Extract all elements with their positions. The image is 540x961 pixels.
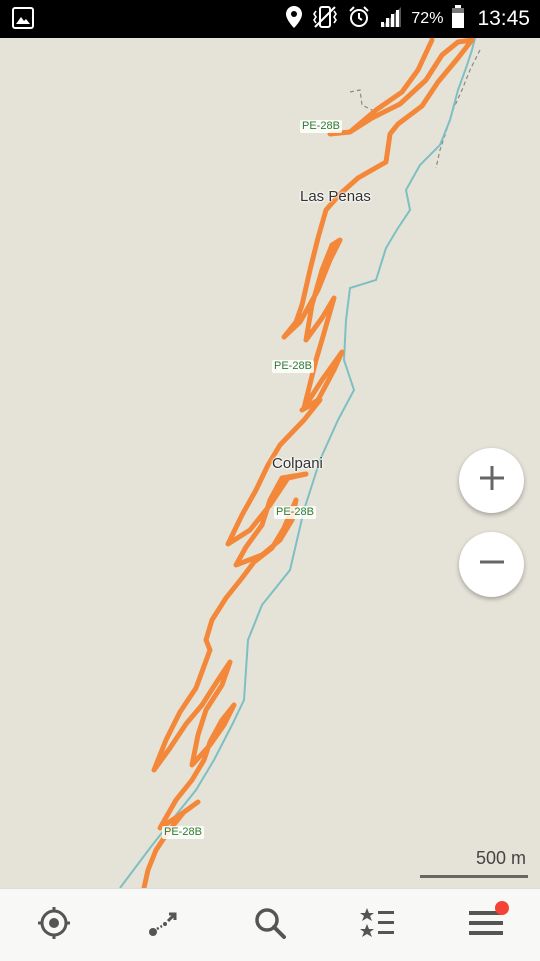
clock: 13:45 — [477, 7, 530, 30]
map-view[interactable]: Las Penas Colpani PE-28B PE-28B PE-28B P… — [0, 38, 540, 888]
zoom-out-button[interactable] — [459, 532, 524, 597]
zoom-in-button[interactable] — [459, 448, 524, 513]
scale-bar: 500 m — [420, 848, 528, 878]
bookmarks-list-icon — [359, 905, 397, 946]
route-button[interactable] — [108, 889, 216, 961]
scale-label: 500 m — [475, 848, 526, 868]
bottom-nav — [0, 888, 540, 961]
search-icon — [252, 905, 288, 946]
search-button[interactable] — [216, 889, 324, 961]
vibrate-icon — [311, 5, 339, 34]
gallery-icon — [12, 7, 34, 34]
crosshair-icon — [36, 905, 72, 946]
place-label-las-penas: Las Penas — [300, 188, 371, 205]
minus-icon — [476, 546, 508, 583]
location-icon — [285, 5, 303, 34]
route-shield: PE-28B — [274, 506, 316, 519]
place-label-colpani: Colpani — [272, 455, 323, 472]
map-features — [119, 38, 481, 888]
hamburger-menu-icon — [467, 900, 509, 946]
battery-icon — [451, 4, 465, 34]
menu-button[interactable] — [432, 889, 540, 961]
alarm-icon — [347, 5, 371, 34]
route-shield: PE-28B — [272, 360, 314, 373]
route-shield: PE-28B — [300, 120, 342, 133]
plus-icon — [476, 462, 508, 499]
battery-percent: 72% — [411, 10, 444, 27]
notification-dot — [495, 900, 509, 915]
route-icon — [144, 905, 180, 946]
scale-line — [420, 875, 528, 878]
my-location-button[interactable] — [0, 889, 108, 961]
signal-icon — [379, 6, 403, 33]
status-bar: 72% 13:45 — [0, 0, 540, 38]
bookmarks-button[interactable] — [324, 889, 432, 961]
route-shield: PE-28B — [162, 826, 204, 839]
